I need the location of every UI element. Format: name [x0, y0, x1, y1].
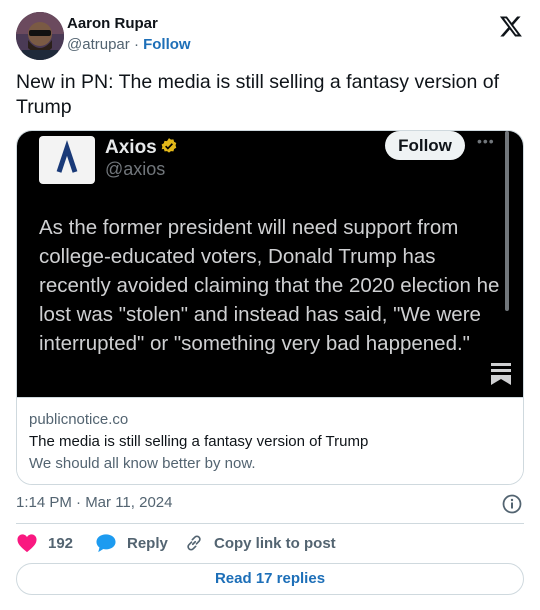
follow-link[interactable]: Follow	[143, 36, 191, 53]
x-logo-icon[interactable]	[499, 14, 523, 38]
embedded-more-icon: •••	[477, 133, 495, 149]
like-count: 192	[48, 534, 74, 552]
bookmark-icon	[491, 363, 511, 385]
heart-icon	[17, 534, 37, 553]
card-title: The media is still selling a fantasy ver…	[29, 433, 369, 450]
copy-link-label: Copy link to post	[214, 534, 336, 552]
link-icon	[187, 535, 201, 551]
read-replies-button[interactable]: Read 17 replies	[16, 563, 524, 595]
info-icon[interactable]	[501, 493, 523, 515]
copy-link-button[interactable]: Copy link to post	[184, 533, 336, 553]
reply-label: Reply	[127, 534, 168, 552]
reply-button[interactable]: Reply	[95, 533, 168, 553]
divider	[16, 523, 524, 524]
timestamp[interactable]: 1:14 PM · Mar 11, 2024	[16, 494, 172, 511]
link-preview-card[interactable]: Axios @axios Follow ••• As the former pr…	[16, 130, 524, 485]
avatar[interactable]	[16, 12, 64, 60]
embedded-post-text: As the former president will need suppor…	[39, 216, 500, 355]
author-handle-row: @atrupar · Follow	[67, 36, 191, 53]
separator: ·	[133, 36, 139, 53]
tweet-embed: Aaron Rupar @atrupar · Follow New in PN:…	[0, 0, 540, 610]
embedded-follow-button: Follow	[385, 131, 465, 160]
card-description: We should all know better by now.	[29, 455, 256, 472]
verified-badge-icon	[161, 138, 177, 153]
card-image: Axios @axios Follow ••• As the former pr…	[17, 131, 523, 397]
embedded-account-name: Axios	[105, 137, 157, 158]
card-meta: publicnotice.co The media is still selli…	[17, 397, 523, 484]
card-domain: publicnotice.co	[29, 411, 129, 428]
reply-bubble-icon	[96, 534, 116, 553]
like-button[interactable]: 192	[16, 533, 73, 553]
embedded-account-handle: @axios	[105, 159, 166, 179]
author-handle[interactable]: @atrupar	[67, 36, 130, 53]
author-name[interactable]: Aaron Rupar	[67, 15, 158, 32]
axios-logo	[39, 136, 95, 184]
tweet-text: New in PN: The media is still selling a …	[16, 71, 500, 118]
